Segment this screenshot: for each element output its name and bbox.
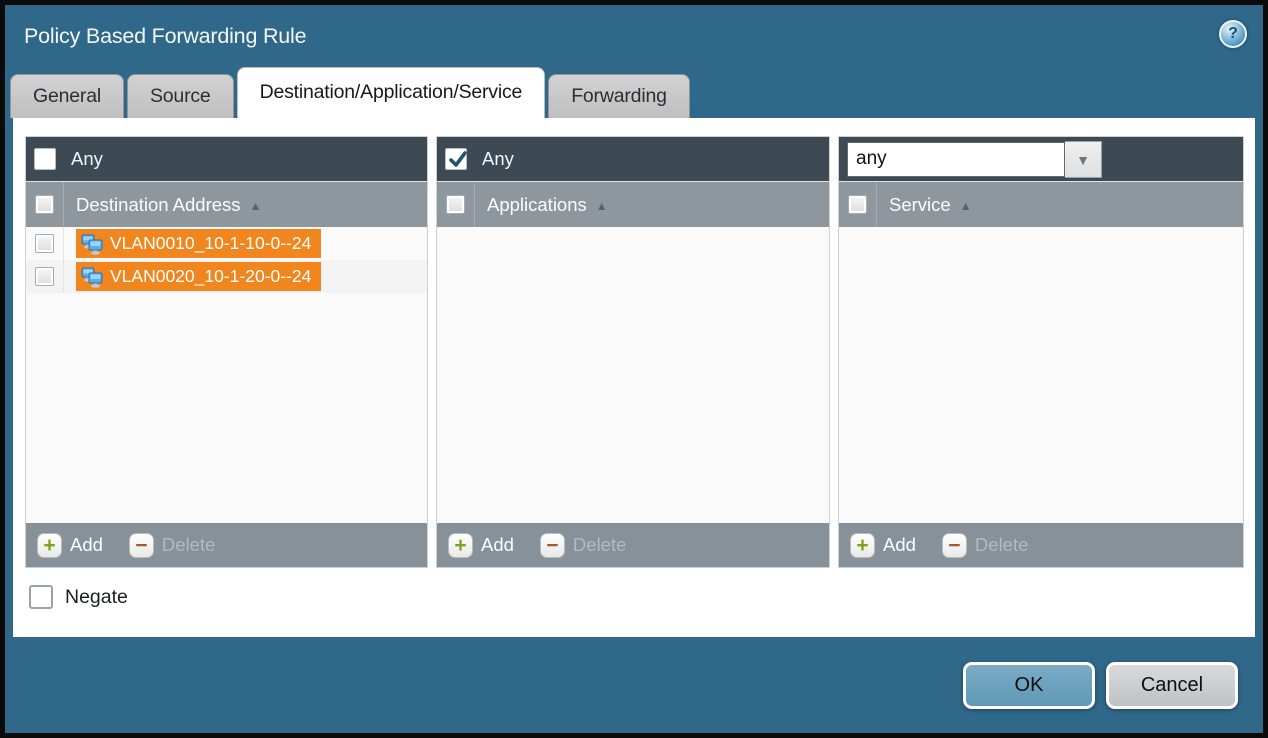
address-object-label: VLAN0010_10-1-10-0--24 [110,233,311,254]
sort-ascending-icon[interactable]: ▲ [250,197,262,213]
destination-column-label: Destination Address [76,194,241,216]
add-button[interactable]: + Add [850,533,916,558]
service-column-label: Service [889,194,951,216]
destination-address-panel: Any Destination Address ▲ [25,136,428,568]
negate-label: Negate [65,586,128,609]
service-panel: ▼ Service ▲ + Add [838,136,1244,568]
destination-select-all-checkbox[interactable] [35,195,54,214]
destination-any-label: Any [71,148,103,170]
dialog-titlebar: Policy Based Forwarding Rule ? [5,5,1263,67]
applications-select-all-checkbox[interactable] [446,195,465,214]
dialog-title: Policy Based Forwarding Rule [24,24,306,49]
sort-ascending-icon[interactable]: ▲ [596,197,608,213]
delete-minus-icon: − [540,533,565,558]
delete-button-label: Delete [573,534,626,556]
destination-panel-footer: + Add − Delete [26,523,427,567]
delete-minus-icon: − [942,533,967,558]
applications-panel: Any Applications ▲ + Add − [436,136,830,568]
network-address-icon [80,265,104,289]
tab-general-label: General [33,85,101,107]
address-object-chip[interactable]: VLAN0020_10-1-20-0--24 [76,262,321,291]
add-plus-icon: + [850,533,875,558]
applications-any-checkbox[interactable] [445,148,467,170]
applications-list [437,227,829,523]
add-button[interactable]: + Add [37,533,103,558]
delete-minus-icon: − [129,533,154,558]
delete-button[interactable]: − Delete [129,533,215,558]
row-checkbox[interactable] [35,234,54,253]
service-dropdown-input[interactable] [847,142,1065,177]
sort-ascending-icon[interactable]: ▲ [960,197,972,213]
ok-button-label: OK [1015,674,1044,697]
panels-row: Any Destination Address ▲ [13,118,1255,568]
tab-destination-application-service[interactable]: Destination/Application/Service [237,67,546,118]
service-list [839,227,1243,523]
applications-any-header: Any [437,137,829,182]
row-checkbox-cell [26,260,64,293]
row-checkbox[interactable] [35,267,54,286]
service-column-header[interactable]: Service ▲ [839,182,1243,227]
add-plus-icon: + [37,533,62,558]
service-dropdown: ▼ [847,141,1102,178]
add-button-label: Add [481,534,514,556]
delete-button-label: Delete [975,534,1028,556]
cancel-button-label: Cancel [1141,674,1203,697]
tab-destination-application-service-label: Destination/Application/Service [260,81,523,103]
delete-button-label: Delete [162,534,215,556]
policy-based-forwarding-dialog: Policy Based Forwarding Rule ? General S… [0,0,1268,738]
applications-column-label: Applications [487,194,587,216]
table-row[interactable]: VLAN0020_10-1-20-0--24 [26,260,427,293]
tab-forwarding-label: Forwarding [571,85,667,107]
chevron-down-icon: ▼ [1076,150,1090,168]
destination-header-checkbox-cell [26,182,64,227]
cancel-button[interactable]: Cancel [1106,662,1238,709]
service-dropdown-button[interactable]: ▼ [1065,141,1102,178]
checkmark-icon [447,149,469,171]
tab-bar: General Source Destination/Application/S… [5,67,1263,118]
tab-general[interactable]: General [10,74,124,118]
add-button-label: Add [70,534,103,556]
tab-source-label: Source [150,85,211,107]
destination-any-header: Any [26,137,427,182]
service-panel-footer: + Add − Delete [839,523,1243,567]
applications-column-header[interactable]: Applications ▲ [437,182,829,227]
applications-any-label: Any [482,148,514,170]
service-header-checkbox-cell [839,182,877,227]
tab-content-area: Any Destination Address ▲ [13,118,1255,637]
delete-button[interactable]: − Delete [540,533,626,558]
tab-forwarding[interactable]: Forwarding [548,74,690,118]
service-any-header: ▼ [839,137,1243,182]
tab-source[interactable]: Source [127,74,234,118]
add-button-label: Add [883,534,916,556]
applications-header-checkbox-cell [437,182,475,227]
help-question-glyph: ? [1228,25,1238,43]
add-plus-icon: + [448,533,473,558]
add-button[interactable]: + Add [448,533,514,558]
destination-any-checkbox[interactable] [34,148,56,170]
dialog-action-bar: OK Cancel [5,637,1263,733]
service-select-all-checkbox[interactable] [848,195,867,214]
address-object-label: VLAN0020_10-1-20-0--24 [110,266,311,287]
applications-panel-footer: + Add − Delete [437,523,829,567]
ok-button[interactable]: OK [963,662,1095,709]
destination-address-list: VLAN0010_10-1-10-0--24 [26,227,427,523]
negate-checkbox[interactable] [29,585,53,609]
delete-button[interactable]: − Delete [942,533,1028,558]
row-checkbox-cell [26,227,64,260]
help-icon[interactable]: ? [1219,20,1247,48]
destination-column-header[interactable]: Destination Address ▲ [26,182,427,227]
network-address-icon [80,232,104,256]
address-object-chip[interactable]: VLAN0010_10-1-10-0--24 [76,229,321,258]
table-row[interactable]: VLAN0010_10-1-10-0--24 [26,227,427,260]
negate-row: Negate [29,585,1255,609]
